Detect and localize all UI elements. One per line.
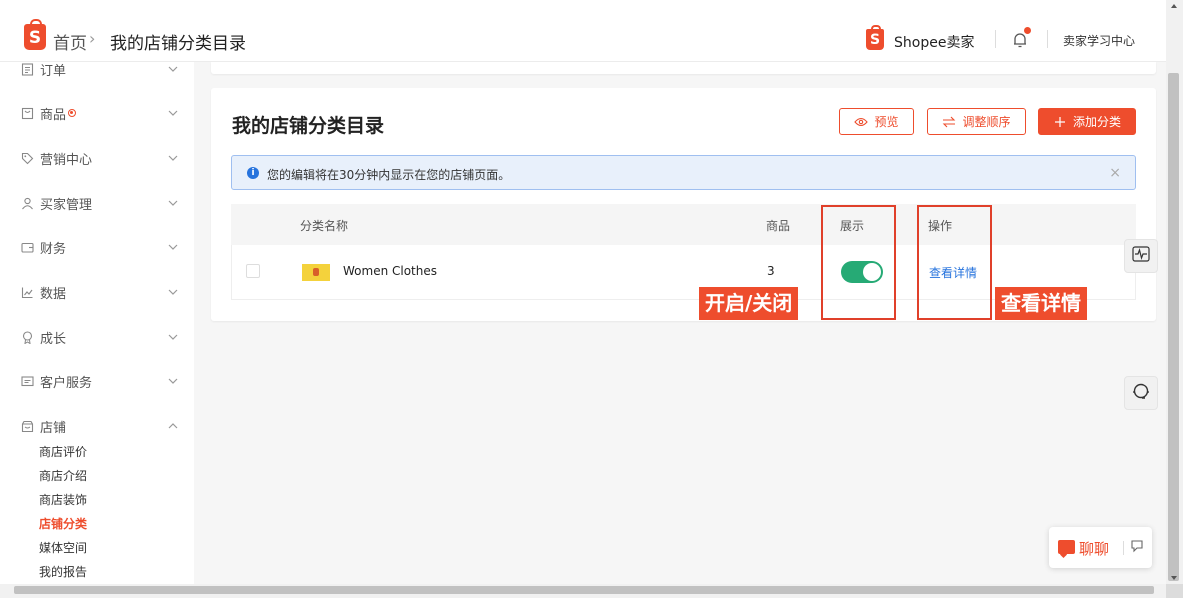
pulse-icon [1132, 246, 1150, 266]
sidebar-item-label: 财务 [40, 241, 67, 257]
chevron-down-icon [166, 62, 180, 76]
preview-button[interactable]: 预览 [839, 108, 914, 135]
header-divider [995, 30, 996, 48]
scrollbar-corner [1166, 584, 1183, 598]
horizontal-scrollbar[interactable] [0, 584, 1166, 598]
sidebar-item-growth[interactable]: 成长 [20, 327, 180, 347]
sidebar-item-buyers[interactable]: 买家管理 [20, 193, 180, 213]
top-header: S 首页 › 我的店铺分类目录 S Shopee卖家 卖家学习中心 [0, 0, 1166, 62]
headset-icon [1131, 381, 1151, 405]
chat-icon [1058, 540, 1075, 554]
chevron-down-icon [166, 285, 180, 299]
shopee-brand-icon[interactable]: S [866, 25, 884, 50]
new-badge-dot [68, 109, 77, 117]
info-alert: i 您的编辑将在30分钟内显示在您的店铺页面。 × [231, 155, 1136, 190]
table-header: 分类名称 商品 展示 操作 [231, 204, 1136, 245]
chart-icon [20, 285, 34, 299]
shop-icon [20, 419, 34, 433]
user-icon [20, 196, 34, 210]
swap-icon [942, 115, 956, 129]
brand-name[interactable]: Shopee卖家 [894, 32, 974, 52]
sidebar-item-label: 成长 [40, 331, 67, 347]
chevron-down-icon [166, 196, 180, 210]
scroll-up-arrow-icon[interactable] [1171, 4, 1177, 8]
sidebar-item-data[interactable]: 数据 [20, 282, 180, 302]
message-icon [20, 374, 34, 388]
sidebar-sub-shop-intro[interactable]: 商店介绍 [39, 467, 87, 484]
column-header-name: 分类名称 [300, 219, 349, 233]
sidebar-item-orders[interactable]: 订单 [20, 62, 180, 79]
notification-dot [1024, 27, 1031, 34]
sidebar-item-marketing[interactable]: 营销中心 [20, 148, 180, 168]
chevron-down-icon [166, 106, 180, 120]
plus-icon [1053, 115, 1067, 129]
category-thumbnail [302, 264, 330, 281]
chevron-down-icon [166, 330, 180, 344]
eye-icon [854, 115, 869, 129]
add-category-button[interactable]: 添加分类 [1038, 108, 1136, 135]
scroll-down-arrow-icon[interactable] [1171, 576, 1177, 580]
row-checkbox[interactable] [246, 264, 260, 278]
order-icon [20, 62, 34, 76]
sidebar-sub-my-reports[interactable]: 我的报告 [39, 563, 87, 580]
breadcrumb-current: 我的店铺分类目录 [110, 34, 246, 54]
sidebar-item-customer-service[interactable]: 客户服务 [20, 371, 180, 391]
info-icon: i [247, 167, 259, 179]
vertical-scroll-thumb[interactable] [1168, 73, 1179, 581]
chat-label: 聊聊 [1079, 540, 1110, 558]
shopee-logo-icon[interactable]: S [24, 19, 46, 50]
sidebar-item-label: 订单 [40, 63, 67, 79]
tag-icon [20, 151, 34, 165]
header-divider [1047, 30, 1048, 48]
annotation-toggle-label: 开启/关闭 [699, 287, 799, 320]
category-name: Women Clothes [343, 264, 437, 278]
sidebar: 订单 商品 营销中心 买家管理 财务 数据 成长 客户服务 店铺 商店评价 商店… [0, 62, 194, 584]
sidebar-sub-shop-category[interactable]: 店铺分类 [39, 515, 87, 532]
bell-icon[interactable] [1011, 27, 1031, 49]
annotation-details-label: 查看详情 [995, 287, 1087, 320]
product-count: 3 [767, 264, 775, 278]
sidebar-item-label: 商品 [40, 107, 67, 123]
sidebar-item-products[interactable]: 商品 [20, 103, 180, 123]
minimize-icon[interactable] [1130, 539, 1144, 553]
close-icon[interactable]: × [1109, 165, 1121, 181]
sidebar-sub-shop-reviews[interactable]: 商店评价 [39, 443, 87, 460]
chevron-down-icon [166, 240, 180, 254]
learning-center-link[interactable]: 卖家学习中心 [1063, 32, 1135, 49]
reorder-button[interactable]: 调整顺序 [927, 108, 1026, 135]
chevron-down-icon [166, 151, 180, 165]
page-title: 我的店铺分类目录 [232, 115, 385, 137]
breadcrumb-separator: › [89, 29, 96, 48]
previous-panel [211, 62, 1156, 74]
sidebar-sub-shop-decoration[interactable]: 商店装饰 [39, 491, 87, 508]
sidebar-item-label: 买家管理 [40, 197, 93, 213]
customer-service-button[interactable] [1124, 376, 1158, 410]
horizontal-scroll-thumb[interactable] [14, 586, 1154, 594]
sidebar-item-label: 客户服务 [40, 375, 93, 391]
chevron-down-icon [166, 374, 180, 388]
highlight-actions-column [917, 205, 992, 320]
sidebar-item-label: 数据 [40, 286, 67, 302]
breadcrumb-home[interactable]: 首页 [53, 29, 87, 54]
column-header-products: 商品 [766, 219, 791, 233]
sidebar-item-finance[interactable]: 财务 [20, 237, 180, 257]
vertical-scrollbar[interactable] [1166, 0, 1183, 584]
sidebar-item-shop[interactable]: 店铺 [20, 416, 180, 436]
sidebar-item-label: 店铺 [40, 420, 67, 436]
chevron-up-icon [166, 419, 180, 433]
growth-icon [20, 330, 34, 344]
highlight-display-column [821, 205, 896, 320]
reorder-label: 调整顺序 [962, 115, 1011, 129]
add-category-label: 添加分类 [1072, 115, 1121, 129]
sidebar-item-label: 营销中心 [40, 152, 93, 168]
chat-widget[interactable]: 聊聊 [1049, 527, 1152, 568]
chat-divider [1123, 541, 1124, 555]
alert-text: 您的编辑将在30分钟内显示在您的店铺页面。 [267, 168, 511, 182]
product-icon [20, 106, 34, 120]
wallet-icon [20, 240, 34, 254]
activity-monitor-button[interactable] [1124, 239, 1158, 273]
preview-label: 预览 [874, 115, 899, 129]
sidebar-sub-media-space[interactable]: 媒体空间 [39, 539, 87, 556]
